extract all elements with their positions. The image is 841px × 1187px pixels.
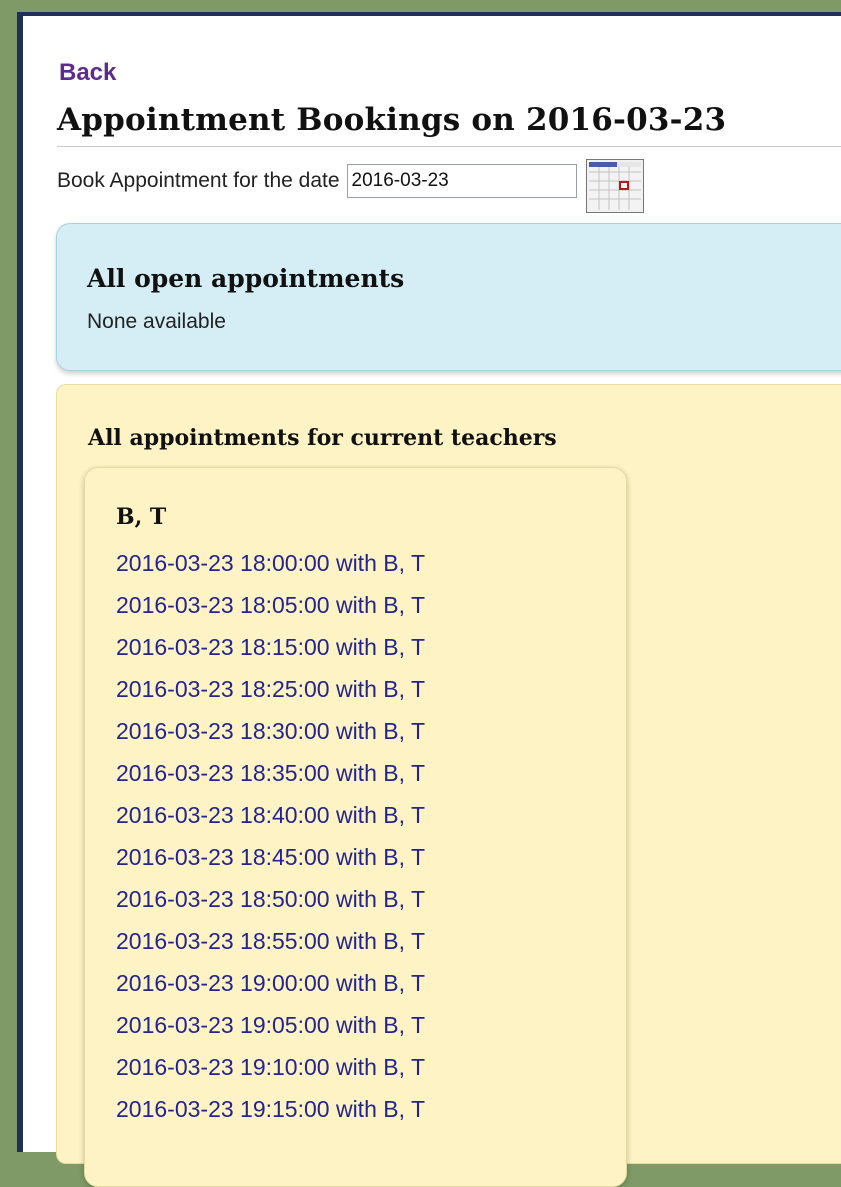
- appointment-slot-link[interactable]: 2016-03-23 18:15:00 with B, T: [116, 626, 425, 668]
- booking-date-label: Book Appointment for the date: [57, 169, 340, 192]
- title-divider: [57, 146, 841, 147]
- back-link[interactable]: Back: [59, 59, 116, 87]
- appointment-slot-link[interactable]: 2016-03-23 18:30:00 with B, T: [116, 710, 425, 752]
- calendar-button[interactable]: [585, 159, 644, 213]
- appointment-slot-link[interactable]: 2016-03-23 19:05:00 with B, T: [116, 1004, 425, 1046]
- teacher-appointments-panel: All appointments for current teachers B,…: [56, 384, 841, 1187]
- appointment-slot-link[interactable]: 2016-03-23 18:00:00 with B, T: [116, 542, 425, 584]
- appointment-slot-link[interactable]: 2016-03-23 18:05:00 with B, T: [116, 584, 425, 626]
- appointment-slot-link[interactable]: 2016-03-23 18:55:00 with B, T: [116, 920, 425, 962]
- teacher-appointments-heading: All appointments for current teachers: [88, 425, 557, 451]
- appointment-slot-link[interactable]: 2016-03-23 18:50:00 with B, T: [116, 878, 425, 920]
- calendar-icon: [588, 162, 641, 210]
- teacher-name: B, T: [116, 504, 167, 530]
- booking-date-row: Book Appointment for the date: [57, 159, 644, 213]
- open-appointments-heading: All open appointments: [87, 264, 405, 293]
- appointment-slot-link[interactable]: 2016-03-23 18:35:00 with B, T: [116, 752, 425, 794]
- page-title: Appointment Bookings on 2016-03-23: [57, 102, 727, 138]
- appointment-slot-link[interactable]: 2016-03-23 18:45:00 with B, T: [116, 836, 425, 878]
- page-container: Back Appointment Bookings on 2016-03-23 …: [17, 12, 841, 1187]
- appointment-slot-link[interactable]: 2016-03-23 19:00:00 with B, T: [116, 962, 425, 1004]
- teacher-card: B, T 2016-03-23 18:00:00 with B, T 2016-…: [84, 467, 627, 1187]
- appointment-slot-link[interactable]: 2016-03-23 18:40:00 with B, T: [116, 794, 425, 836]
- open-appointments-status: None available: [87, 310, 226, 333]
- appointment-slot-link[interactable]: 2016-03-23 19:10:00 with B, T: [116, 1046, 425, 1088]
- appointment-slot-list: 2016-03-23 18:00:00 with B, T 2016-03-23…: [116, 542, 425, 1130]
- booking-date-input[interactable]: [346, 164, 577, 198]
- appointment-slot-link[interactable]: 2016-03-23 18:25:00 with B, T: [116, 668, 425, 710]
- appointment-slot-link[interactable]: 2016-03-23 19:15:00 with B, T: [116, 1088, 425, 1130]
- open-appointments-panel: All open appointments None available: [56, 223, 841, 371]
